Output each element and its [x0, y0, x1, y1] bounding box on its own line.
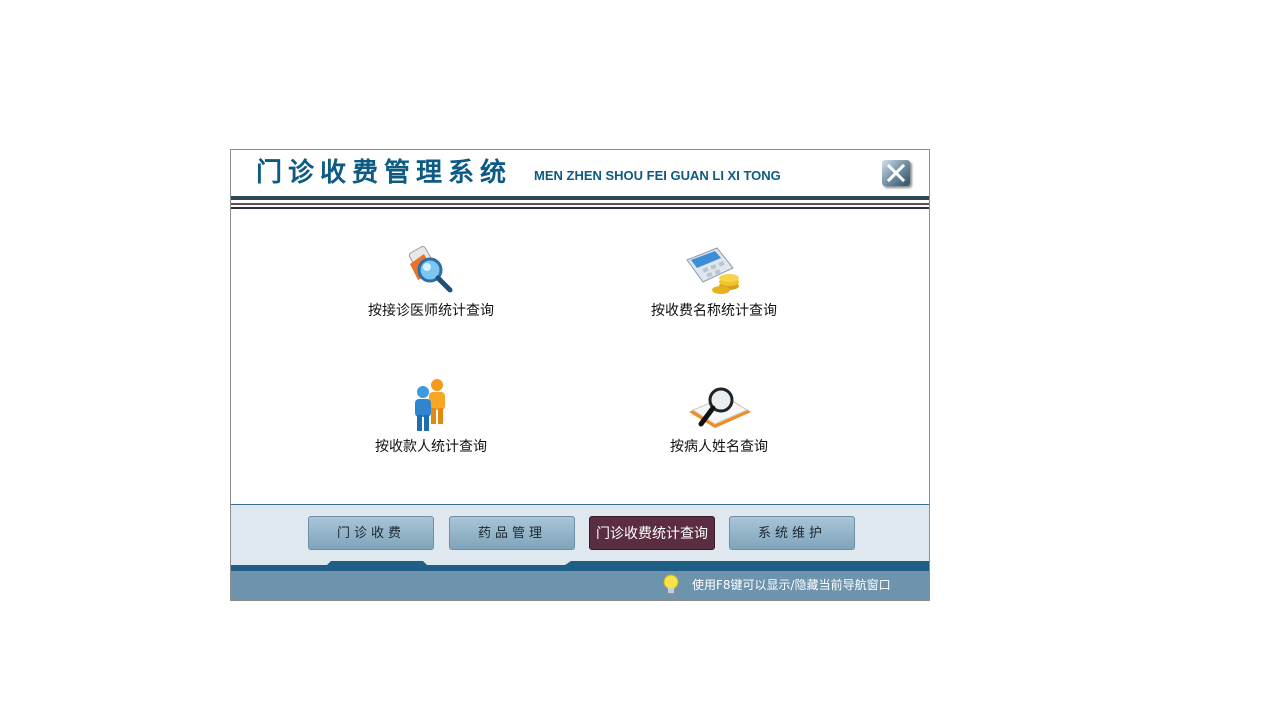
status-hint: 使用F8键可以显示/隐藏当前导航窗口 [692, 578, 891, 592]
app-title-pinyin: MEN ZHEN SHOU FEI GUAN LI XI TONG [534, 168, 781, 183]
window-header: 门诊收费管理系统 MEN ZHEN SHOU FEI GUAN LI XI TO… [231, 150, 929, 196]
menu-item-label: 按接诊医师统计查询 [368, 303, 494, 319]
nav-button-system-maintenance[interactable]: 系统维护 [729, 516, 855, 550]
nav-panel: 门诊收费 药品管理 门诊收费统计查询 系统维护 [231, 504, 929, 563]
app-title: 门诊收费管理系统 [256, 158, 513, 188]
status-bar: 使用F8键可以显示/隐藏当前导航窗口 [231, 571, 929, 600]
nav-button-drug-management[interactable]: 药品管理 [449, 516, 575, 550]
menu-item-patient-query[interactable]: 按病人姓名查询 [639, 378, 799, 456]
main-window: 门诊收费管理系统 MEN ZHEN SHOU FEI GUAN LI XI TO… [230, 149, 930, 601]
menu-item-label: 按病人姓名查询 [670, 439, 768, 455]
nav-tab-strip [231, 561, 929, 571]
nav-button-charge-statistics[interactable]: 门诊收费统计查询 [589, 516, 715, 550]
lightbulb-icon [663, 574, 679, 595]
people-icon [415, 379, 445, 431]
menu-item-cashier-query[interactable]: 按收款人统计查询 [351, 378, 511, 456]
magnifier-document-icon [689, 387, 751, 428]
menu-item-label: 按收款人统计查询 [375, 439, 487, 455]
header-divider [231, 196, 929, 212]
menu-item-doctor-query[interactable]: 按接诊医师统计查询 [351, 242, 511, 320]
menu-panel: 按接诊医师统计查询 按收费名称统计查询 按收款人统计查询 按病人姓名查询 [231, 212, 929, 504]
menu-item-fee-name-query[interactable]: 按收费名称统计查询 [634, 242, 794, 320]
close-icon [887, 164, 905, 182]
calculator-coins-icon [686, 247, 739, 294]
menu-item-label: 按收费名称统计查询 [651, 303, 777, 319]
close-button[interactable] [882, 160, 910, 186]
doctor-search-icon [408, 245, 453, 293]
nav-button-outpatient-charge[interactable]: 门诊收费 [308, 516, 434, 550]
